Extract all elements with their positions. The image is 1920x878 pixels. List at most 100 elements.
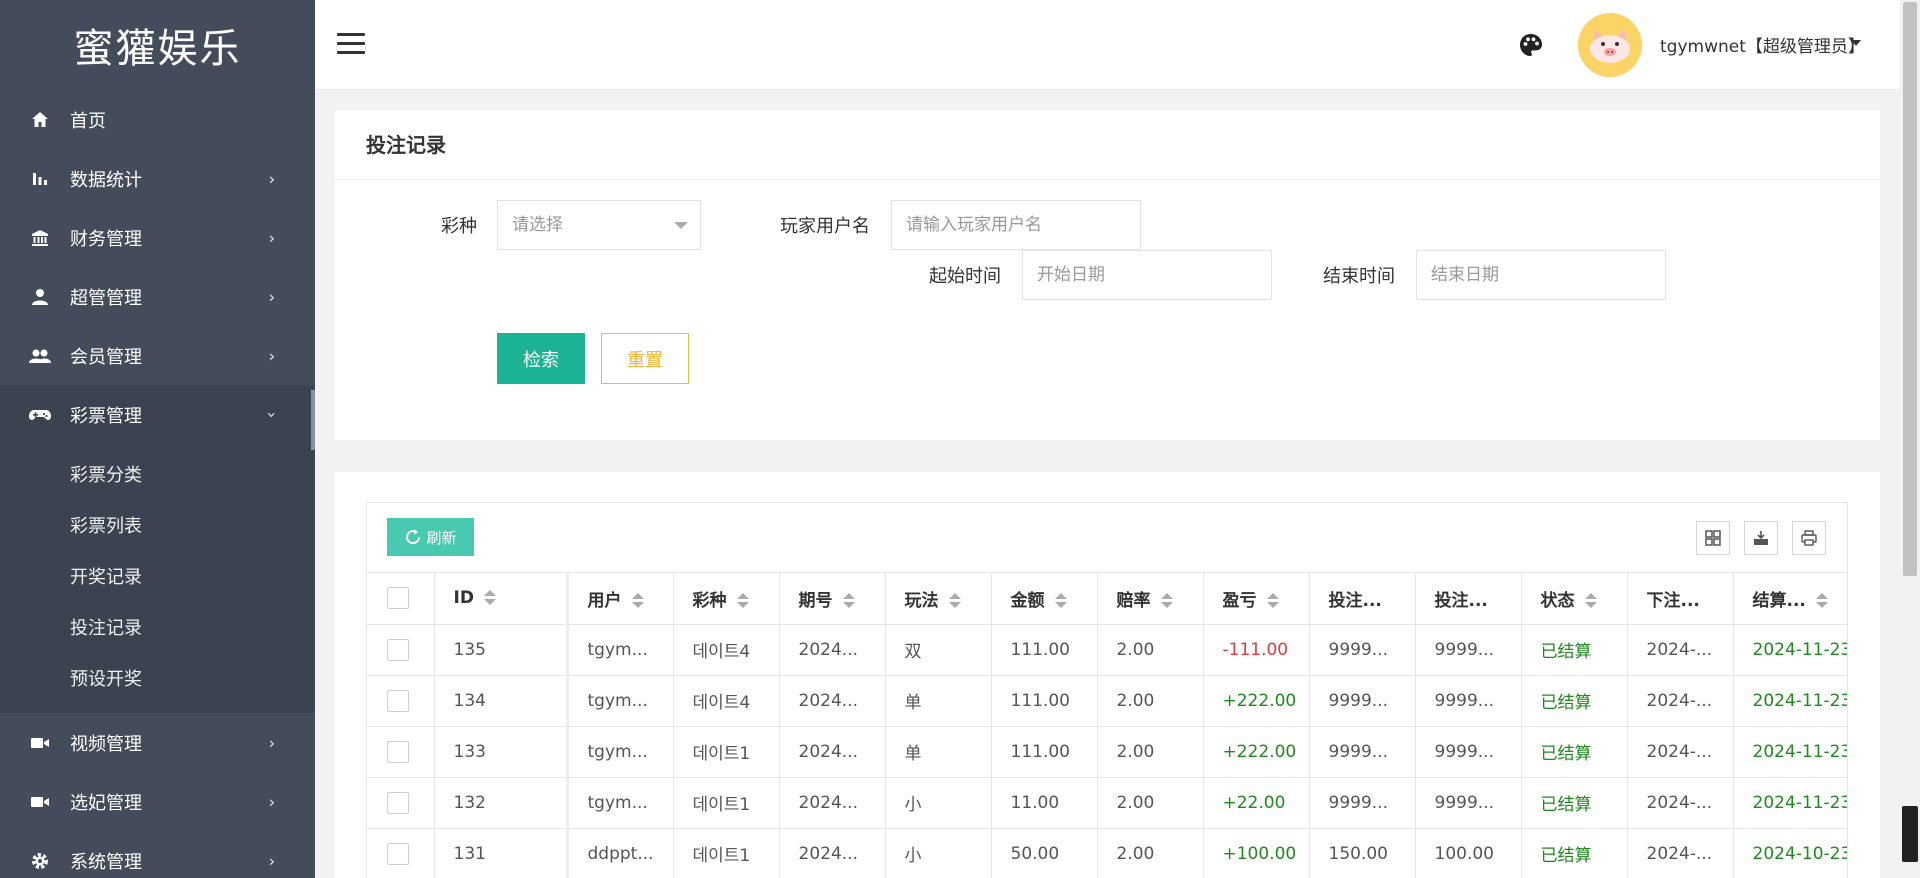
sidebar-item-consort[interactable]: 选妃管理 ›	[0, 772, 315, 831]
username-label: 玩家用户名	[780, 216, 870, 237]
username-input[interactable]: 请输入玩家用户名	[891, 200, 1141, 250]
column-header-play[interactable]: 玩法	[885, 573, 992, 625]
sidebar-item-home[interactable]: 首页	[0, 90, 315, 149]
column-header-status[interactable]: 状态	[1521, 573, 1628, 625]
cell-status: 已结算	[1521, 675, 1628, 727]
sort-icon[interactable]	[842, 592, 855, 609]
submenu-bet-records[interactable]: 投注记录	[0, 601, 315, 652]
cell-user: ddppt...	[565, 828, 674, 878]
table-row[interactable]: 131 ddppt... 데이트1 2024... 小 50.00 2.00 +100.00 1…	[367, 828, 1847, 878]
cell-amount: 111.00	[991, 675, 1098, 727]
palette-icon[interactable]	[1518, 32, 1544, 58]
cell-bet-time: 2024-...	[1627, 726, 1734, 778]
menu-toggle-icon[interactable]	[337, 33, 365, 55]
sidebar-item-system[interactable]: 系统管理 ›	[0, 831, 315, 878]
sidebar-item-finance[interactable]: 财务管理 ›	[0, 208, 315, 267]
chevron-right-icon: ›	[268, 792, 275, 811]
print-icon[interactable]	[1792, 521, 1826, 555]
cell-status: 已结算	[1521, 726, 1628, 778]
cell-lottery: 데이트1	[673, 726, 780, 778]
submenu-draw-records[interactable]: 开奖记录	[0, 550, 315, 601]
cell-lottery: 데이트1	[673, 828, 780, 878]
submenu-lottery-category[interactable]: 彩票分类	[0, 448, 315, 499]
select-all-checkbox[interactable]	[367, 573, 435, 625]
column-header-user[interactable]: 用户	[565, 573, 674, 625]
column-header-bet1[interactable]: 投注...	[1309, 573, 1416, 625]
row-checkbox[interactable]	[367, 675, 435, 727]
sidebar-item-label: 超管管理	[70, 287, 142, 309]
cell-issue: 2024...	[779, 828, 886, 878]
cell-profit: +222.00	[1203, 675, 1310, 727]
cell-odds: 2.00	[1097, 777, 1204, 829]
sidebar-scrollbar[interactable]	[311, 390, 315, 450]
sidebar-item-label: 系统管理	[70, 851, 142, 873]
sidebar-item-admin[interactable]: 超管管理 ›	[0, 267, 315, 326]
bet-records-table: ID 用户 彩种 期号 玩法 金额 赔率 盈亏 投注... 投注... 状态 下…	[367, 573, 1847, 878]
column-header-settle-time[interactable]: 结算...	[1733, 573, 1847, 625]
sidebar-item-lottery[interactable]: 彩票管理 ›	[0, 385, 315, 444]
row-checkbox[interactable]	[367, 777, 435, 829]
cell-odds: 2.00	[1097, 726, 1204, 778]
cell-odds: 2.00	[1097, 675, 1204, 727]
submenu-lottery-list[interactable]: 彩票列表	[0, 499, 315, 550]
lottery-select[interactable]: 请选择	[497, 200, 701, 250]
sidebar-item-video[interactable]: 视频管理 ›	[0, 713, 315, 772]
column-header-amount[interactable]: 金额	[991, 573, 1098, 625]
table-row[interactable]: 135 tgym... 데이트4 2024... 双 111.00 2.00 -111.00 9…	[367, 624, 1847, 676]
cell-bet-value: 9999...	[1415, 777, 1522, 829]
column-header-odds[interactable]: 赔率	[1097, 573, 1204, 625]
refresh-button[interactable]: 刷新	[387, 518, 474, 556]
start-date-input[interactable]: 开始日期	[1022, 250, 1272, 300]
sort-icon[interactable]	[1054, 592, 1067, 609]
end-time-label: 结束时间	[1323, 266, 1395, 287]
cell-user: tgym...	[565, 675, 674, 727]
table-row[interactable]: 132 tgym... 데이트1 2024... 小 11.00 2.00 +22.00 999…	[367, 777, 1847, 829]
column-header-id[interactable]: ID	[434, 573, 568, 625]
chevron-right-icon: ›	[268, 346, 275, 365]
row-checkbox[interactable]	[367, 624, 435, 676]
search-button[interactable]: 检索	[497, 333, 585, 384]
sidebar-item-statistics[interactable]: 数据统计 ›	[0, 149, 315, 208]
sort-icon[interactable]	[1266, 592, 1279, 609]
user-menu[interactable]: tgymwnet【超级管理员】	[1660, 32, 1865, 57]
sort-icon[interactable]	[948, 592, 961, 609]
column-header-issue[interactable]: 期号	[779, 573, 886, 625]
cell-issue: 2024...	[779, 624, 886, 676]
submenu-preset-draw[interactable]: 预设开奖	[0, 652, 315, 703]
cell-bet-value: 9999...	[1415, 675, 1522, 727]
scrollbar-thumb[interactable]	[1903, 2, 1917, 576]
cell-lottery: 데이트4	[673, 675, 780, 727]
caret-down-icon[interactable]	[1851, 40, 1861, 46]
cell-bet-amount: 9999...	[1309, 624, 1416, 676]
column-header-bet-time[interactable]: 下注...	[1627, 573, 1734, 625]
refresh-icon	[406, 529, 421, 545]
sort-icon[interactable]	[736, 592, 749, 609]
sort-icon[interactable]	[1160, 592, 1173, 609]
gear-icon	[28, 849, 52, 873]
table-row[interactable]: 133 tgym... 데이트1 2024... 单 111.00 2.00 +222.00 9…	[367, 726, 1847, 778]
sort-icon[interactable]	[1815, 592, 1828, 609]
table-row[interactable]: 134 tgym... 데이트4 2024... 单 111.00 2.00 +222.00 9…	[367, 675, 1847, 727]
sidebar-item-members[interactable]: 会员管理 ›	[0, 326, 315, 385]
row-checkbox[interactable]	[367, 828, 435, 878]
cell-bet-value: 9999...	[1415, 624, 1522, 676]
reset-button[interactable]: 重置	[601, 333, 689, 384]
column-header-lottery[interactable]: 彩种	[673, 573, 780, 625]
page-scrollbar[interactable]	[1900, 0, 1920, 878]
row-checkbox[interactable]	[367, 726, 435, 778]
export-icon[interactable]	[1744, 521, 1778, 555]
cell-bet-value: 9999...	[1415, 726, 1522, 778]
sort-icon[interactable]	[631, 592, 644, 609]
sort-icon[interactable]	[1584, 592, 1597, 609]
bar-chart-icon	[28, 167, 52, 191]
sort-icon[interactable]	[483, 590, 496, 606]
home-icon	[28, 108, 52, 132]
avatar[interactable]	[1578, 13, 1642, 77]
columns-icon[interactable]	[1696, 521, 1730, 555]
column-header-profit[interactable]: 盈亏	[1203, 573, 1310, 625]
column-header-bet2[interactable]: 投注...	[1415, 573, 1522, 625]
sidebar-item-label: 视频管理	[70, 733, 142, 755]
end-date-input[interactable]: 结束日期	[1416, 250, 1666, 300]
cell-bet-time: 2024-...	[1627, 624, 1734, 676]
floating-widget[interactable]	[1902, 806, 1918, 862]
